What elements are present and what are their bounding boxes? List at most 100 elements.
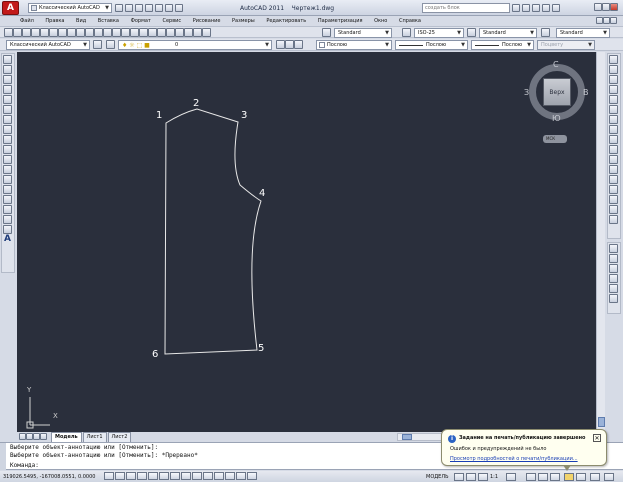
doc-close-icon[interactable] — [610, 17, 617, 24]
zoom-previous-icon[interactable] — [139, 28, 148, 37]
communication-icon[interactable] — [531, 4, 540, 12]
drawing-canvas[interactable]: 1 2 3 4 5 6 Y X Верх С Ю В З МСК — [17, 52, 605, 432]
region-icon[interactable] — [3, 215, 12, 224]
gradient-icon[interactable] — [3, 205, 12, 214]
last-tab-icon[interactable] — [40, 433, 47, 440]
erase-icon[interactable] — [609, 55, 618, 64]
menu-format[interactable]: Формат — [131, 18, 151, 24]
matchprop-icon[interactable] — [85, 28, 94, 37]
menu-view[interactable]: Вид — [76, 18, 86, 24]
menu-help[interactable]: Справка — [399, 18, 421, 24]
sc-icon[interactable] — [247, 472, 257, 480]
array-icon[interactable] — [609, 95, 618, 104]
undo-icon[interactable] — [154, 4, 163, 12]
line-icon[interactable] — [3, 55, 12, 64]
send-under-icon[interactable] — [609, 274, 618, 283]
menu-file[interactable]: Файл — [20, 18, 34, 24]
text-style-dropdown[interactable]: Standard ▼ — [334, 28, 392, 38]
undo-icon[interactable] — [94, 28, 103, 37]
save-icon[interactable] — [134, 4, 143, 12]
coordinates-readout[interactable]: 319026.5495, -167008.0551, 0.0000 — [3, 473, 103, 481]
break-at-point-icon[interactable] — [609, 165, 618, 174]
color-dropdown[interactable]: Послою ▼ — [316, 40, 392, 50]
hardware-accel-icon[interactable] — [550, 473, 560, 481]
annotation-scale-icon[interactable] — [478, 473, 488, 481]
scroll-thumb[interactable] — [598, 417, 605, 427]
extend-icon[interactable] — [609, 155, 618, 164]
polyline-icon[interactable] — [3, 75, 12, 84]
spline-icon[interactable] — [3, 135, 12, 144]
sheetset-icon[interactable] — [175, 28, 184, 37]
compass-south[interactable]: Ю — [552, 114, 561, 123]
rectangle-icon[interactable] — [3, 95, 12, 104]
text-front-icon[interactable] — [609, 284, 618, 293]
zoom-window-icon[interactable] — [130, 28, 139, 37]
quickcalc-icon[interactable] — [193, 28, 202, 37]
qnew-icon[interactable] — [4, 28, 13, 37]
favorites-icon[interactable] — [541, 4, 550, 12]
layer-previous-icon[interactable] — [285, 40, 294, 49]
trim-icon[interactable] — [609, 145, 618, 154]
ellipse-icon[interactable] — [3, 145, 12, 154]
command-grip[interactable] — [0, 443, 6, 470]
construction-line-icon[interactable] — [3, 65, 12, 74]
qp-icon[interactable] — [236, 472, 246, 480]
polygon-icon[interactable] — [3, 85, 12, 94]
snap-icon[interactable] — [115, 472, 125, 480]
restore-icon[interactable] — [602, 3, 610, 11]
ellipse-arc-icon[interactable] — [3, 155, 12, 164]
linetype-dropdown[interactable]: Послою ▼ — [395, 40, 468, 50]
preview-icon[interactable] — [40, 28, 49, 37]
plotstyle-dropdown[interactable]: Поцвету ▼ — [537, 40, 595, 50]
join-icon[interactable] — [609, 185, 618, 194]
table-style-dropdown[interactable]: Standard ▼ — [479, 28, 537, 38]
minimize-icon[interactable] — [594, 3, 602, 11]
arc-icon[interactable] — [3, 105, 12, 114]
redo-icon[interactable] — [103, 28, 112, 37]
help-icon[interactable] — [202, 28, 211, 37]
transparency-icon[interactable] — [225, 472, 235, 480]
compass-east[interactable]: В — [583, 88, 589, 97]
ducs-icon[interactable] — [192, 472, 202, 480]
insert-block-icon[interactable] — [3, 165, 12, 174]
make-current-icon[interactable] — [276, 40, 285, 49]
make-block-icon[interactable] — [3, 175, 12, 184]
vertical-scrollbar[interactable] — [596, 52, 605, 432]
dyn-icon[interactable] — [203, 472, 213, 480]
scale-icon[interactable] — [609, 125, 618, 134]
menu-window[interactable]: Окно — [374, 18, 387, 24]
status-menu-icon[interactable] — [590, 473, 600, 481]
open-icon[interactable] — [13, 28, 22, 37]
tab-layout1[interactable]: Лист1 — [82, 432, 107, 442]
stretch-icon[interactable] — [609, 135, 618, 144]
polar-icon[interactable] — [148, 472, 158, 480]
rotate-icon[interactable] — [609, 115, 618, 124]
infer-constraints-icon[interactable] — [104, 472, 114, 480]
annotation-scale-value[interactable]: 1:1 — [490, 473, 506, 481]
ortho-icon[interactable] — [137, 472, 147, 480]
bring-above-icon[interactable] — [609, 264, 618, 273]
plot-status-icon[interactable] — [564, 473, 574, 481]
chamfer-icon[interactable] — [609, 195, 618, 204]
plot-icon[interactable] — [31, 28, 40, 37]
doc-restore-icon[interactable] — [603, 17, 610, 24]
notification-details-link[interactable]: Просмотр подробностей о печати/публикаци… — [450, 456, 578, 462]
tab-layout2[interactable]: Лист2 — [107, 432, 132, 442]
plot-icon[interactable] — [174, 4, 183, 12]
doc-minimize-icon[interactable] — [596, 17, 603, 24]
ucs-menu-button[interactable]: МСК — [543, 135, 567, 143]
lock-icon[interactable] — [538, 473, 548, 481]
paste-icon[interactable] — [76, 28, 85, 37]
menu-modify[interactable]: Редактировать — [266, 18, 306, 24]
menu-draw[interactable]: Рисование — [193, 18, 221, 24]
properties-icon[interactable] — [148, 28, 157, 37]
designcenter-icon[interactable] — [157, 28, 166, 37]
layer-properties-icon[interactable] — [106, 40, 115, 49]
dim-style-dropdown[interactable]: ISO-25 ▼ — [414, 28, 464, 38]
compass-west[interactable]: З — [524, 88, 529, 97]
open-icon[interactable] — [124, 4, 133, 12]
hatch-back-icon[interactable] — [609, 294, 618, 303]
workspace-dropdown[interactable]: Классический AutoCAD ▼ — [28, 3, 112, 13]
revision-cloud-icon[interactable] — [3, 125, 12, 134]
layer-dropdown[interactable]: ♦ ☼ ⬚ ■ 0 ▼ — [118, 40, 272, 50]
